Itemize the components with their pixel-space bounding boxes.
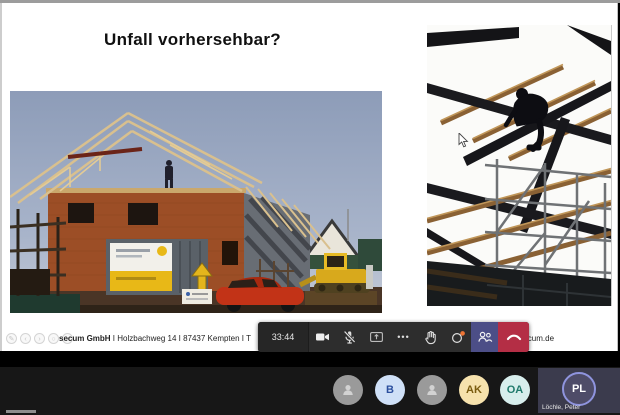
footer-address: I Holzbachweg 14 I 87437 Kempten I T [111, 334, 251, 343]
active-speaker-avatar: PL [562, 372, 596, 406]
camera-button[interactable] [309, 322, 336, 352]
active-speaker-name: Löchle, Peter [542, 404, 580, 411]
hang-up-icon [506, 332, 522, 342]
house-construction-photo [10, 91, 382, 313]
participants-button[interactable] [471, 322, 498, 352]
reactions-icon [450, 330, 466, 345]
video-camera-icon [315, 330, 330, 344]
participant-avatar-ak[interactable]: AK [459, 375, 489, 405]
share-screen-button[interactable] [363, 322, 390, 352]
share-screen-icon [369, 330, 384, 344]
participants-strip: B AK OA PL Löchle, Peter [0, 367, 620, 415]
participant-avatar-b[interactable]: B [375, 375, 405, 405]
person-icon [424, 382, 440, 398]
hang-up-button[interactable] [498, 322, 529, 352]
pen-tool-icon[interactable]: ✎ [6, 333, 17, 344]
participant-avatar-oa[interactable]: OA [500, 375, 530, 405]
more-options-icon: ••• [397, 332, 409, 342]
raise-hand-icon [423, 330, 438, 345]
microphone-muted-button[interactable] [336, 322, 363, 352]
call-timer: 33:44 [258, 322, 309, 352]
person-icon [340, 382, 356, 398]
call-controls-toolbar: 33:44 ••• [258, 322, 529, 352]
more-options-button[interactable]: ••• [390, 322, 417, 352]
active-speaker-tile[interactable]: PL Löchle, Peter [538, 368, 620, 413]
mouse-cursor [458, 133, 469, 153]
next-slide-icon[interactable]: › [34, 333, 45, 344]
steel-beams-photo [427, 25, 612, 306]
previous-slide-icon[interactable]: ‹ [20, 333, 31, 344]
participant-avatar-generic-1[interactable] [333, 375, 363, 405]
reactions-button[interactable] [444, 322, 471, 352]
participant-avatar-generic-2[interactable] [417, 375, 447, 405]
footer-company: secum GmbH [59, 334, 111, 343]
meeting-window: { "slide": { "title": "Unfall vorhersehb… [0, 0, 620, 415]
zoom-tool-icon[interactable]: ○ [48, 333, 59, 344]
shared-slide: Unfall vorhersehbar? [0, 3, 618, 351]
mic-muted-icon [342, 330, 357, 345]
notification-badge [460, 331, 465, 336]
slide-title: Unfall vorhersehbar? [104, 30, 281, 50]
participants-icon [477, 330, 493, 344]
raise-hand-button[interactable] [417, 322, 444, 352]
bottom-left-sliver [6, 410, 36, 413]
slide-footer: secum GmbH I Holzbachweg 14 I 87437 Kemp… [59, 334, 251, 343]
